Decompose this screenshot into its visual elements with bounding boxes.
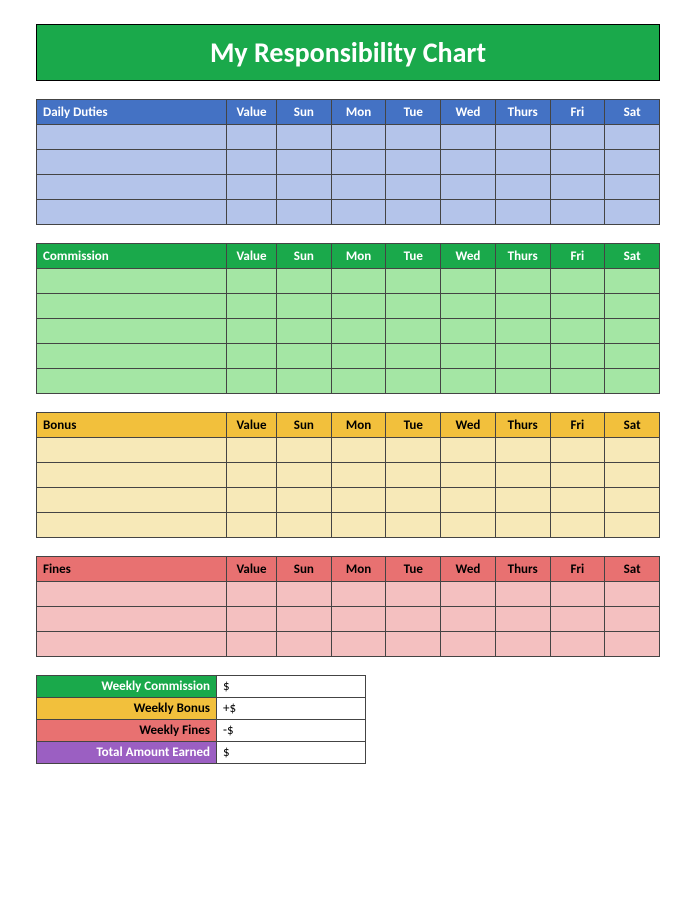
col-mon: Mon — [331, 413, 386, 438]
bonus-body — [37, 438, 660, 538]
table-row — [37, 150, 660, 175]
summary-table: Weekly Commission $ Weekly Bonus +$ Week… — [36, 675, 366, 764]
fines-table: Fines Value Sun Mon Tue Wed Thurs Fri Sa… — [36, 556, 660, 657]
col-value: Value — [227, 100, 277, 125]
table-row — [37, 582, 660, 607]
table-row — [37, 488, 660, 513]
table-row — [37, 369, 660, 394]
table-row — [37, 344, 660, 369]
page-title: My Responsibility Chart — [36, 24, 660, 81]
col-tue: Tue — [386, 557, 441, 582]
table-row — [37, 513, 660, 538]
summary-total-value: $ — [217, 742, 366, 764]
bonus-header: Bonus — [37, 413, 227, 438]
commission-header: Commission — [37, 244, 227, 269]
col-tue: Tue — [386, 100, 441, 125]
col-mon: Mon — [331, 557, 386, 582]
table-row — [37, 294, 660, 319]
col-fri: Fri — [550, 244, 605, 269]
col-sat: Sat — [605, 244, 660, 269]
col-sat: Sat — [605, 100, 660, 125]
daily-duties-body — [37, 125, 660, 225]
fines-header: Fines — [37, 557, 227, 582]
fines-body — [37, 582, 660, 657]
col-sun: Sun — [277, 100, 332, 125]
col-value: Value — [227, 557, 277, 582]
table-row — [37, 175, 660, 200]
summary-fines-label: Weekly Fines — [37, 720, 217, 742]
table-row — [37, 632, 660, 657]
daily-duties-header: Daily Duties — [37, 100, 227, 125]
col-wed: Wed — [441, 557, 496, 582]
summary-total-label: Total Amount Earned — [37, 742, 217, 764]
col-mon: Mon — [331, 100, 386, 125]
col-thurs: Thurs — [495, 413, 550, 438]
col-wed: Wed — [441, 244, 496, 269]
col-sat: Sat — [605, 413, 660, 438]
col-tue: Tue — [386, 413, 441, 438]
col-fri: Fri — [550, 557, 605, 582]
table-row — [37, 463, 660, 488]
table-row — [37, 607, 660, 632]
col-wed: Wed — [441, 413, 496, 438]
bonus-table: Bonus Value Sun Mon Tue Wed Thurs Fri Sa… — [36, 412, 660, 538]
col-sun: Sun — [277, 244, 332, 269]
summary-bonus-row: Weekly Bonus +$ — [37, 698, 366, 720]
summary-fines-value: -$ — [217, 720, 366, 742]
col-sun: Sun — [277, 413, 332, 438]
table-row — [37, 269, 660, 294]
col-sun: Sun — [277, 557, 332, 582]
col-mon: Mon — [331, 244, 386, 269]
commission-body — [37, 269, 660, 394]
col-thurs: Thurs — [495, 557, 550, 582]
col-fri: Fri — [550, 100, 605, 125]
col-thurs: Thurs — [495, 100, 550, 125]
summary-fines-row: Weekly Fines -$ — [37, 720, 366, 742]
summary-bonus-value: +$ — [217, 698, 366, 720]
table-row — [37, 200, 660, 225]
table-row — [37, 125, 660, 150]
commission-table: Commission Value Sun Mon Tue Wed Thurs F… — [36, 243, 660, 394]
table-row — [37, 438, 660, 463]
daily-duties-table: Daily Duties Value Sun Mon Tue Wed Thurs… — [36, 99, 660, 225]
summary-bonus-label: Weekly Bonus — [37, 698, 217, 720]
col-value: Value — [227, 244, 277, 269]
summary-total-row: Total Amount Earned $ — [37, 742, 366, 764]
summary-commission-value: $ — [217, 676, 366, 698]
table-row — [37, 319, 660, 344]
col-wed: Wed — [441, 100, 496, 125]
col-sat: Sat — [605, 557, 660, 582]
col-value: Value — [227, 413, 277, 438]
col-tue: Tue — [386, 244, 441, 269]
summary-commission-label: Weekly Commission — [37, 676, 217, 698]
col-thurs: Thurs — [495, 244, 550, 269]
col-fri: Fri — [550, 413, 605, 438]
summary-commission-row: Weekly Commission $ — [37, 676, 366, 698]
